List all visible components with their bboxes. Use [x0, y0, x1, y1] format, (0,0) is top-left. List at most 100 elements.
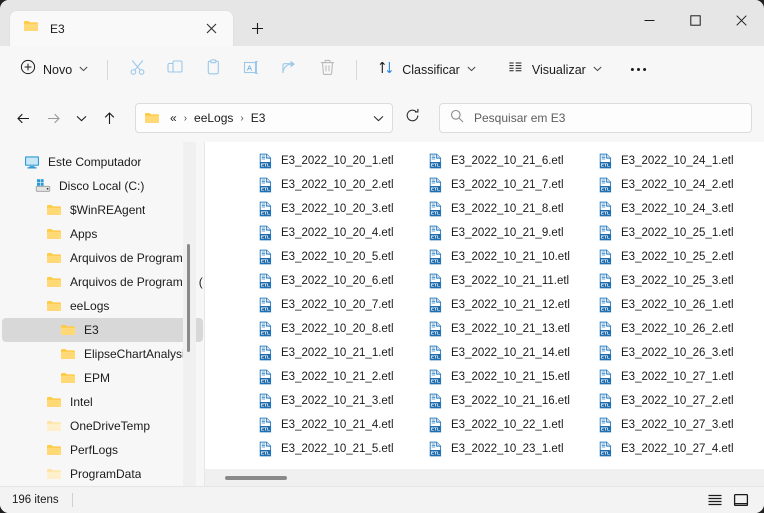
new-button[interactable]: Novo — [12, 54, 97, 86]
sidebar-item-disco-local-c[interactable]: Disco Local (C:) — [2, 174, 203, 198]
file-name-label: E3_2022_10_20_4.etl — [281, 227, 394, 239]
list-item[interactable]: ETLE3_2022_10_24_2.etl — [593, 173, 763, 197]
list-item[interactable]: ETLE3_2022_10_21_9.etl — [423, 221, 593, 245]
etl-file-icon: ETL — [258, 249, 274, 265]
more-options-button[interactable] — [621, 54, 657, 86]
file-list-scrollbar-thumb[interactable] — [225, 476, 287, 480]
sidebar-item-onedrivetemp[interactable]: OneDriveTemp — [2, 414, 203, 438]
delete-button[interactable] — [308, 54, 346, 86]
sidebar-item-eelogs[interactable]: eeLogs — [2, 294, 203, 318]
list-item[interactable]: ETLE3_2022_10_25_3.etl — [593, 269, 763, 293]
close-button[interactable] — [718, 0, 764, 40]
rename-button[interactable]: A — [232, 54, 270, 86]
list-item[interactable]: ETLE3_2022_10_26_3.etl — [593, 341, 763, 365]
back-button[interactable] — [8, 103, 38, 133]
large-icons-view-button[interactable] — [728, 489, 754, 511]
sidebar-item-programdata[interactable]: ProgramData — [2, 462, 203, 486]
address-dropdown-button[interactable] — [367, 106, 389, 130]
file-list-horizontal-scrollbar[interactable] — [205, 469, 764, 486]
sidebar-item-e3[interactable]: E3 — [2, 318, 203, 342]
forward-button[interactable] — [38, 103, 68, 133]
sidebar-item-epm[interactable]: EPM — [2, 366, 203, 390]
list-item[interactable]: ETLE3_2022_10_21_14.etl — [423, 341, 593, 365]
list-item[interactable]: ETLE3_2022_10_21_10.etl — [423, 245, 593, 269]
refresh-button[interactable] — [397, 103, 427, 133]
file-name-label: E3_2022_10_21_16.etl — [451, 395, 570, 407]
list-item[interactable]: ETLE3_2022_10_20_5.etl — [253, 245, 423, 269]
sidebar-item-arquivos-de-programas[interactable]: Arquivos de Programas — [2, 246, 203, 270]
breadcrumb-bar[interactable]: « › eeLogs › E3 — [135, 103, 393, 133]
list-item[interactable]: ETLE3_2022_10_21_3.etl — [253, 389, 423, 413]
list-item[interactable]: ETLE3_2022_10_20_4.etl — [253, 221, 423, 245]
list-item[interactable]: ETLE3_2022_10_27_4.etl — [593, 437, 763, 461]
list-item[interactable]: ETLE3_2022_10_27_3.etl — [593, 413, 763, 437]
list-item[interactable]: ETLE3_2022_10_21_5.etl — [253, 437, 423, 461]
list-item[interactable]: ETLE3_2022_10_21_2.etl — [253, 365, 423, 389]
svg-text:ETL: ETL — [261, 163, 270, 169]
list-item[interactable]: ETLE3_2022_10_21_7.etl — [423, 173, 593, 197]
list-item[interactable]: ETLE3_2022_10_20_8.etl — [253, 317, 423, 341]
sidebar-item-intel[interactable]: Intel — [2, 390, 203, 414]
etl-file-icon: ETL — [428, 369, 444, 385]
sidebar-item-arquivos-de-programas-x86[interactable]: Arquivos de Programas (x86) — [2, 270, 203, 294]
share-button[interactable] — [270, 54, 308, 86]
list-item[interactable]: ETLE3_2022_10_27_1.etl — [593, 365, 763, 389]
list-item[interactable]: ETLE3_2022_10_25_1.etl — [593, 221, 763, 245]
list-item[interactable]: ETLE3_2022_10_22_1.etl — [423, 413, 593, 437]
sidebar-item-perflogs[interactable]: PerfLogs — [2, 438, 203, 462]
recent-locations-button[interactable] — [68, 103, 94, 133]
minimize-button[interactable] — [626, 0, 672, 40]
list-item[interactable]: ETLE3_2022_10_25_2.etl — [593, 245, 763, 269]
sidebar-item-apps[interactable]: Apps — [2, 222, 203, 246]
sidebar-scrollbar-thumb[interactable] — [187, 244, 190, 352]
list-item[interactable]: ETLE3_2022_10_21_8.etl — [423, 197, 593, 221]
etl-file-icon: ETL — [598, 297, 614, 313]
breadcrumb-overflow[interactable]: « — [166, 109, 181, 127]
sort-button[interactable]: Classificar — [369, 54, 485, 86]
list-item[interactable]: ETLE3_2022_10_21_1.etl — [253, 341, 423, 365]
list-item[interactable]: ETLE3_2022_10_20_2.etl — [253, 173, 423, 197]
svg-text:ETL: ETL — [261, 331, 270, 337]
sidebar-item-este-computador[interactable]: Este Computador — [2, 150, 203, 174]
list-item[interactable]: ETLE3_2022_10_26_2.etl — [593, 317, 763, 341]
paste-button[interactable] — [194, 54, 232, 86]
details-view-button[interactable] — [702, 489, 728, 511]
tab-e3[interactable]: E3 — [9, 10, 234, 46]
file-name-label: E3_2022_10_24_1.etl — [621, 155, 734, 167]
copy-button[interactable] — [156, 54, 194, 86]
svg-text:ETL: ETL — [431, 403, 440, 409]
list-item[interactable]: ETLE3_2022_10_27_2.etl — [593, 389, 763, 413]
breadcrumb-item-eelogs[interactable]: eeLogs — [190, 109, 237, 127]
list-item[interactable]: ETLE3_2022_10_20_3.etl — [253, 197, 423, 221]
up-button[interactable] — [94, 103, 124, 133]
sidebar-item-elipsechartanalysis[interactable]: ElipseChartAnalysis — [2, 342, 203, 366]
list-item[interactable]: ETLE3_2022_10_20_1.etl — [253, 149, 423, 173]
list-item[interactable]: ETLE3_2022_10_21_11.etl — [423, 269, 593, 293]
list-item[interactable]: ETL E3_2022_10_21_16.etl — [423, 389, 593, 413]
svg-text:A: A — [247, 63, 252, 72]
sidebar-scrollbar[interactable] — [183, 142, 196, 486]
sidebar-item-label: Arquivos de Programas — [70, 251, 195, 265]
list-item[interactable]: ETLE3_2022_10_21_15.etl — [423, 365, 593, 389]
list-item[interactable]: ETLE3_2022_10_24_3.etl — [593, 197, 763, 221]
search-input[interactable]: Pesquisar em E3 — [439, 103, 752, 133]
list-item[interactable]: ETLE3_2022_10_21_13.etl — [423, 317, 593, 341]
close-icon[interactable] — [199, 17, 223, 41]
maximize-button[interactable] — [672, 0, 718, 40]
window-controls — [626, 0, 764, 40]
list-item[interactable]: ETLE3_2022_10_20_7.etl — [253, 293, 423, 317]
list-item[interactable]: ETLE3_2022_10_20_6.etl — [253, 269, 423, 293]
new-tab-button[interactable] — [240, 12, 274, 44]
scissors-icon — [129, 59, 146, 81]
cut-button[interactable] — [118, 54, 156, 86]
etl-file-icon: ETL — [598, 249, 614, 265]
view-button[interactable]: Visualizar — [499, 54, 611, 86]
list-item[interactable]: ETLE3_2022_10_24_1.etl — [593, 149, 763, 173]
list-item[interactable]: ETLE3_2022_10_23_1.etl — [423, 437, 593, 461]
list-item[interactable]: ETLE3_2022_10_21_4.etl — [253, 413, 423, 437]
list-item[interactable]: ETLE3_2022_10_21_12.etl — [423, 293, 593, 317]
breadcrumb-item-e3[interactable]: E3 — [247, 109, 270, 127]
sidebar-item-winreagent[interactable]: $WinREAgent — [2, 198, 203, 222]
list-item[interactable]: ETLE3_2022_10_21_6.etl — [423, 149, 593, 173]
list-item[interactable]: ETLE3_2022_10_26_1.etl — [593, 293, 763, 317]
